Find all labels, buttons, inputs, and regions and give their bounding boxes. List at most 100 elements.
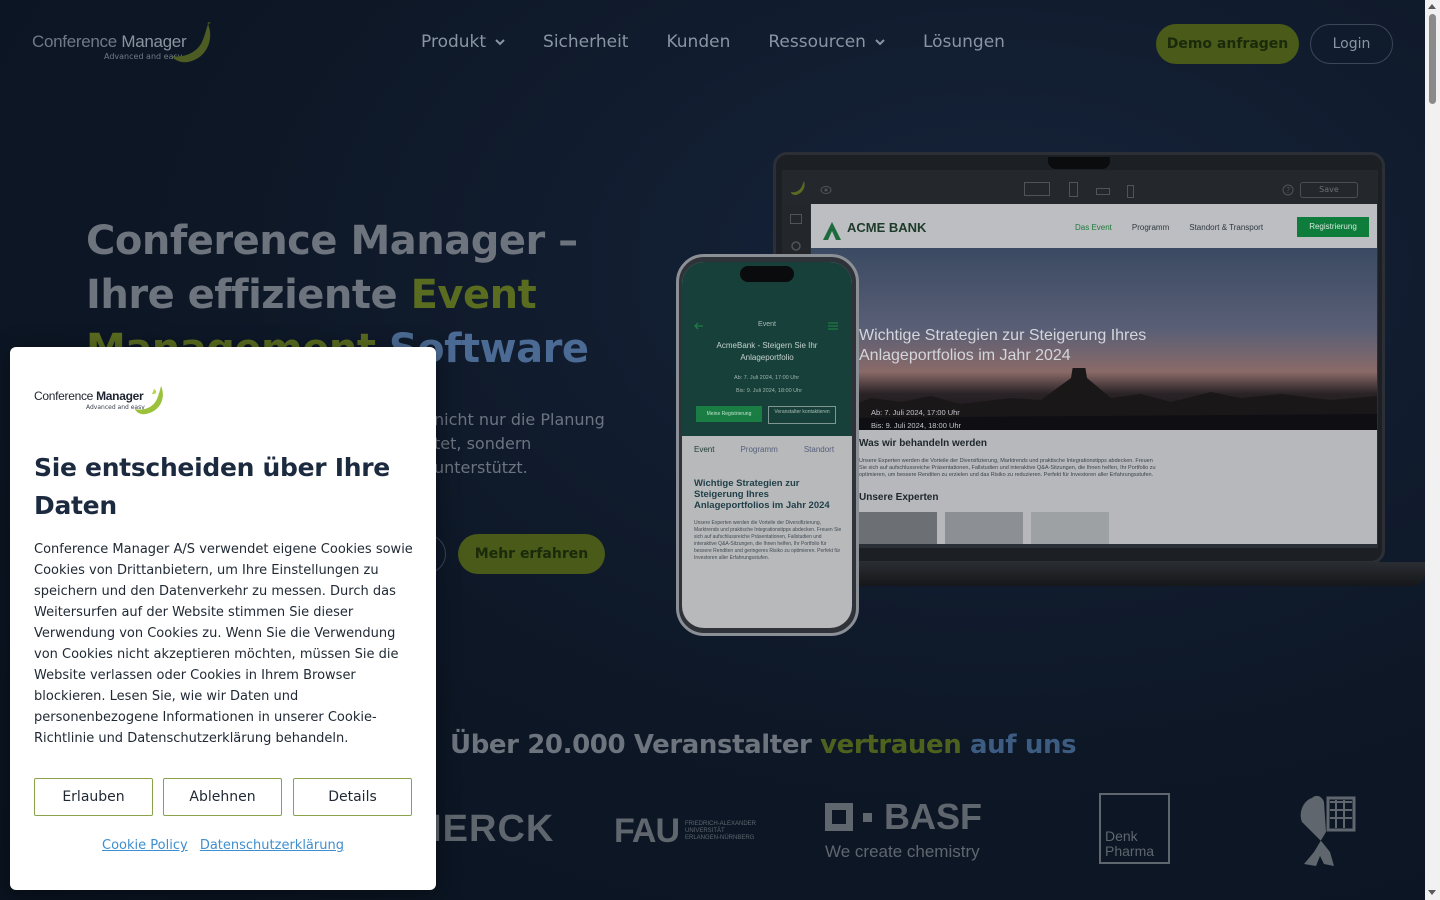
laptop-base xyxy=(760,562,1425,586)
cookie-consent-dialog: Conference Manager Advanced and easy Sie… xyxy=(10,347,436,890)
event-hero-image: Wichtige Strategien zur Steigerung Ihres… xyxy=(811,248,1377,430)
phone-register-button[interactable]: Meine Registrierung xyxy=(696,406,762,422)
phone-headline: Wichtige Strategien zur Steigerung Ihres… xyxy=(694,478,830,511)
hero-title-line1: Conference Manager – xyxy=(86,218,578,264)
hero-title-line2: Ihre effiziente xyxy=(86,272,411,318)
phone-tab-programm[interactable]: Programm xyxy=(740,445,777,454)
phone-tab-event[interactable]: Event xyxy=(694,445,714,454)
cookie-dialog-links: Cookie Policy Datenschutzerklärung xyxy=(10,838,436,853)
event-section-paragraph: Unsere Experten werden die Vorteile der … xyxy=(859,458,1156,478)
event-section-topics: Was wir behandeln werden xyxy=(859,438,987,449)
basf-wordmark: BASF xyxy=(884,796,982,837)
scroll-up-arrow-icon[interactable] xyxy=(1428,4,1436,9)
fau-logo-text: FRIEDRICH-ALEXANDER UNIVERSITÄT ERLANGEN… xyxy=(685,821,757,841)
editor-toolbar: ? Save xyxy=(782,170,1378,204)
event-site-nav: ACME BANK Das Event Programm Standort & … xyxy=(811,204,1377,248)
event-site-links: Das Event Programm Standort & Transport xyxy=(1075,223,1263,232)
phone-tab-standort[interactable]: Standort xyxy=(804,445,834,454)
nav-loesungen-label: Lösungen xyxy=(922,32,1005,52)
acme-logo-icon xyxy=(823,222,841,240)
nav-ressourcen[interactable]: Ressourcen xyxy=(768,32,885,52)
site-link-event[interactable]: Das Event xyxy=(1075,223,1112,232)
trust-heading-highlight1: vertrauen xyxy=(820,730,971,760)
fau-logo-mark: FAU xyxy=(614,812,680,850)
privacy-policy-link[interactable]: Datenschutzerklärung xyxy=(200,838,344,853)
phone-date-to: Bis: 9. Juli 2024, 18:00 Uhr xyxy=(736,388,803,394)
nav-sicherheit-label: Sicherheit xyxy=(543,32,629,52)
nav-loesungen[interactable]: Lösungen xyxy=(923,32,1005,52)
laptop-camera-notch xyxy=(1048,157,1110,169)
nav-produkt-label: Produkt xyxy=(421,32,487,52)
phone-tabs: Event Programm Standort xyxy=(694,445,834,454)
coat-of-arms-logo-icon xyxy=(1300,795,1356,866)
event-headline: Wichtige Strategien zur Steigerung Ihres… xyxy=(859,327,1147,364)
cookie-logo-word-conference: Conference xyxy=(34,389,94,403)
banana-icon xyxy=(172,22,211,63)
denk-pharma-logo: Denk Pharma xyxy=(1099,793,1170,864)
phone-event-header: Event AcmeBank - Steigern Sie Ihr Anlage… xyxy=(682,262,852,436)
event-date-from: Ab: 7. Juli 2024, 17:00 Uhr xyxy=(871,408,960,417)
nav-kunden[interactable]: Kunden xyxy=(666,32,730,52)
trust-heading-part1: Über 20.000 Veranstalter xyxy=(450,730,821,760)
basf-dot-icon xyxy=(863,812,872,822)
nav-produkt[interactable]: Produkt xyxy=(421,32,505,52)
nav-kunden-label: Kunden xyxy=(666,32,731,52)
page-scrollbar[interactable] xyxy=(1425,0,1440,900)
nav-ressourcen-label: Ressourcen xyxy=(768,32,866,52)
phone-header-title: Event xyxy=(758,321,776,328)
demo-request-button[interactable]: Demo anfragen xyxy=(1156,24,1299,64)
logo-word-conference: Conference xyxy=(32,32,117,51)
phone-dynamic-island xyxy=(740,266,794,282)
help-icon[interactable]: ? xyxy=(1282,184,1294,196)
eye-icon xyxy=(820,186,832,194)
landscape-view-icon[interactable] xyxy=(1096,188,1110,195)
event-section-experts: Unsere Experten xyxy=(859,492,939,503)
learn-more-button[interactable]: Mehr erfahren xyxy=(458,534,605,574)
site-link-programm[interactable]: Programm xyxy=(1132,223,1169,232)
phone-date-from: Ab: 7. Juli 2024, 17:00 Uhr xyxy=(734,375,800,381)
svg-text:?: ? xyxy=(1286,186,1290,195)
login-button[interactable]: Login xyxy=(1310,24,1393,64)
trust-heading: Über 20.000 Veranstalter vertrauen auf u… xyxy=(450,730,1077,760)
hero-title-highlight-event: Event xyxy=(410,272,537,318)
basf-square-icon xyxy=(825,803,853,831)
laptop-screen: ? Save ACME BANK Das Event Programm Stan… xyxy=(782,170,1378,548)
pages-icon[interactable] xyxy=(790,214,802,224)
cookie-allow-button[interactable]: Erlauben xyxy=(34,778,153,816)
acme-brand: ACME BANK xyxy=(847,220,927,235)
scrollbar-thumb[interactable] xyxy=(1429,14,1436,104)
chevron-down-icon xyxy=(875,39,885,46)
trust-heading-highlight2: auf uns xyxy=(970,730,1077,760)
expert-photo xyxy=(1031,512,1109,544)
site-header: Conference Manager Advanced and easy Pro… xyxy=(0,0,1425,88)
phone-event-title: AcmeBank - Steigern Sie Ihr Anlageportfo… xyxy=(716,341,818,362)
banana-icon xyxy=(791,181,805,195)
event-site-preview: ACME BANK Das Event Programm Standort & … xyxy=(811,204,1377,544)
cookie-details-button[interactable]: Details xyxy=(293,778,412,816)
save-button[interactable]: Save xyxy=(1300,182,1358,198)
scroll-down-arrow-icon[interactable] xyxy=(1428,890,1436,895)
basf-tagline: We create chemistry xyxy=(825,842,980,861)
mobile-view-icon[interactable] xyxy=(1127,185,1134,198)
chevron-down-icon xyxy=(495,39,505,46)
basf-logo: BASF We create chemistry xyxy=(825,796,982,862)
cookie-dialog-text: Conference Manager A/S verwendet eigene … xyxy=(34,542,413,746)
desktop-view-icon[interactable] xyxy=(1024,182,1050,196)
phone-screen: Event AcmeBank - Steigern Sie Ihr Anlage… xyxy=(682,262,852,628)
event-date-to: Bis: 9. Juli 2024, 18:00 Uhr xyxy=(871,421,962,430)
expert-photo xyxy=(859,512,937,544)
brand-logo[interactable]: Conference Manager Advanced and easy xyxy=(32,22,212,66)
expert-photo xyxy=(945,512,1023,544)
cookie-dialog-logo: Conference Manager Advanced and easy xyxy=(34,385,174,415)
fau-logo: FAU FRIEDRICH-ALEXANDER UNIVERSITÄT ERLA… xyxy=(614,812,756,851)
nav-sicherheit[interactable]: Sicherheit xyxy=(543,32,628,52)
main-nav: Produkt Sicherheit Kunden Ressourcen Lös… xyxy=(421,32,1043,52)
tablet-view-icon[interactable] xyxy=(1069,182,1078,197)
phone-contact-button[interactable]: Veranstalter kontaktieren xyxy=(768,406,836,424)
banana-icon xyxy=(135,386,163,415)
cookie-policy-link[interactable]: Cookie Policy xyxy=(102,838,188,853)
site-link-standort[interactable]: Standort & Transport xyxy=(1189,223,1263,232)
gear-icon[interactable] xyxy=(790,240,802,252)
site-register-button[interactable]: Registrierung xyxy=(1297,217,1369,237)
cookie-deny-button[interactable]: Ablehnen xyxy=(163,778,282,816)
